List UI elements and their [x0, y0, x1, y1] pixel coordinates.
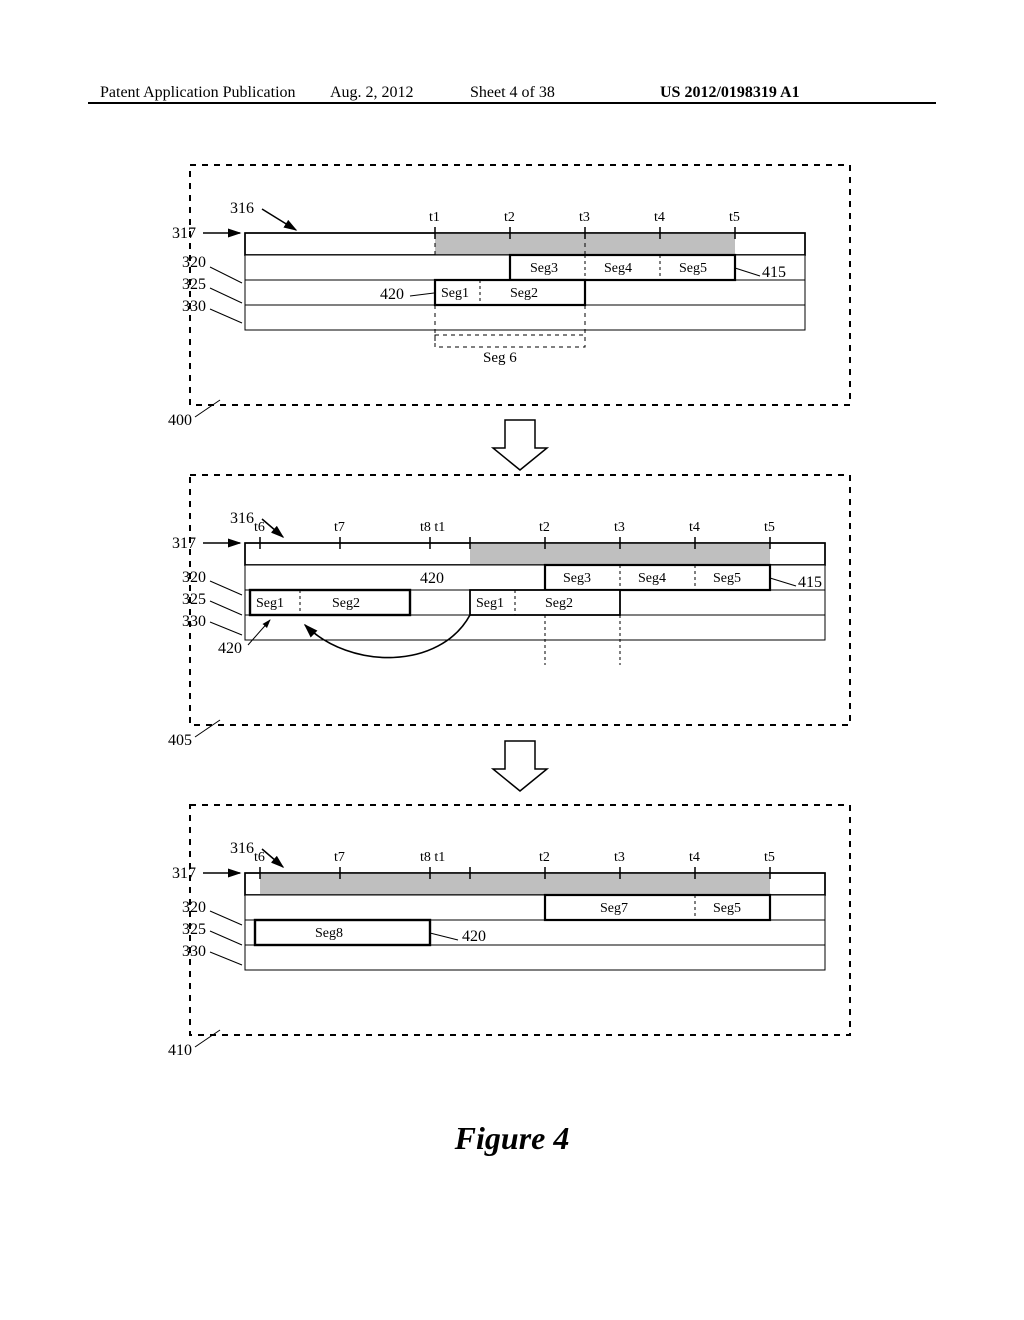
tick-t7-b: t7 — [334, 520, 345, 535]
callout-420-a: 420 — [380, 286, 404, 303]
seg-group-420: Seg1 Seg2 — [435, 280, 585, 305]
page: Patent Application Publication Aug. 2, 2… — [0, 0, 1024, 1320]
tick-t7-c: t7 — [334, 850, 345, 865]
pointer-325-c — [210, 931, 242, 945]
tick-t3-b: t3 — [614, 520, 625, 535]
panel-410: 316 317 320 325 330 — [168, 805, 850, 1059]
header-rule — [88, 102, 936, 104]
label-320: 320 — [182, 254, 206, 271]
pointer-320 — [210, 267, 242, 283]
label-316-c: 316 — [230, 840, 254, 857]
callout-415-b: 415 — [798, 574, 822, 591]
seg1-m: Seg1 — [256, 596, 284, 611]
callout-420-b: 420 — [420, 570, 444, 587]
tick-t4-c: t4 — [689, 850, 700, 865]
pointer-405 — [195, 720, 220, 737]
callout-420-c: 420 — [218, 640, 242, 657]
panel-400: 316 317 320 325 330 — [168, 165, 850, 429]
seg8: Seg8 — [315, 926, 343, 941]
seg1-b: Seg1 — [476, 596, 504, 611]
pointer-316 — [262, 209, 296, 230]
tick-t6-c: t6 — [254, 850, 265, 865]
seg2: Seg2 — [510, 286, 538, 301]
label-317-c: 317 — [172, 865, 196, 882]
ruler-405: t6 t7 t8 t1 t2 t3 t4 t5 — [245, 520, 825, 565]
label-317: 317 — [172, 225, 196, 242]
label-316: 316 — [230, 200, 254, 217]
seg7: Seg7 — [600, 901, 628, 916]
figure-caption: Figure 4 — [0, 1120, 1024, 1157]
pointer-330 — [210, 309, 242, 323]
seg6: Seg 6 — [483, 350, 517, 366]
tick-t2-c: t2 — [539, 850, 550, 865]
label-317-b: 317 — [172, 535, 196, 552]
header-pubno: US 2012/0198319 A1 — [660, 84, 800, 102]
tick-t5-c: t5 — [764, 850, 775, 865]
figure-area: 316 317 320 325 330 — [110, 155, 930, 1095]
tick-t5: t5 — [729, 210, 740, 225]
pointer-330-b — [210, 622, 242, 635]
label-330: 330 — [182, 298, 206, 315]
panel-405: 316 317 320 325 330 — [168, 475, 850, 749]
seg2-b: Seg2 — [545, 596, 573, 611]
pointer-316-c — [262, 849, 283, 867]
seg5: Seg5 — [679, 261, 707, 276]
tick-t4-b: t4 — [689, 520, 700, 535]
callout-420-d: 420 — [462, 928, 486, 945]
ref-410: 410 — [168, 1042, 192, 1059]
label-325: 325 — [182, 276, 206, 293]
header-left: Patent Application Publication — [100, 84, 296, 102]
flow-arrow-1 — [493, 420, 547, 470]
seg2-m: Seg2 — [332, 596, 360, 611]
pointer-320-b — [210, 581, 242, 595]
tick-t3-c: t3 — [614, 850, 625, 865]
tick-t1: t1 — [429, 210, 440, 225]
ruler-400: t1 t2 t3 t4 t5 — [245, 210, 805, 255]
label-320-c: 320 — [182, 899, 206, 916]
pointer-325 — [210, 288, 242, 303]
flow-arrow-2 — [493, 741, 547, 791]
seg-group-415-b: Seg3 Seg4 Seg5 — [545, 565, 770, 590]
seg-group-lower-c: Seg8 — [255, 920, 430, 945]
pointer-320-c — [210, 911, 242, 925]
tick-t3: t3 — [579, 210, 590, 225]
seg3: Seg3 — [530, 261, 558, 276]
tick-t2: t2 — [504, 210, 515, 225]
header-sheet: Sheet 4 of 38 — [470, 84, 555, 102]
seg-group-415: Seg3 Seg4 Seg5 — [510, 255, 735, 280]
ref-400: 400 — [168, 412, 192, 429]
seg-group-upper-c: Seg7 Seg5 — [545, 895, 770, 920]
seg4-b: Seg4 — [638, 571, 666, 586]
ref-405: 405 — [168, 732, 192, 749]
tick-t6-b: t6 — [254, 520, 265, 535]
label-325-c: 325 — [182, 921, 206, 938]
pointer-325-b — [210, 601, 242, 615]
label-320-b: 320 — [182, 569, 206, 586]
pointer-410 — [195, 1030, 220, 1047]
label-330-c: 330 — [182, 943, 206, 960]
header-date: Aug. 2, 2012 — [330, 84, 414, 102]
seg4: Seg4 — [604, 261, 632, 276]
ruler-410: t6 t7 t8 t1 t2 t3 t4 t5 — [245, 850, 825, 895]
callout-415-a: 415 — [762, 264, 786, 281]
seg5-b: Seg5 — [713, 571, 741, 586]
pointer-330-c — [210, 952, 242, 965]
seg-group-420-orig: Seg1 Seg2 — [470, 590, 620, 615]
tick-t2-b: t2 — [539, 520, 550, 535]
tick-t8t1-c: t8 t1 — [420, 850, 445, 865]
tick-t5-b: t5 — [764, 520, 775, 535]
seg-group-420-moved: Seg1 Seg2 — [250, 590, 410, 615]
label-325-b: 325 — [182, 591, 206, 608]
figure-svg: 316 317 320 325 330 — [110, 155, 930, 1095]
tick-t8t1-b: t8 t1 — [420, 520, 445, 535]
seg3-b: Seg3 — [563, 571, 591, 586]
seg1: Seg1 — [441, 286, 469, 301]
label-330-b: 330 — [182, 613, 206, 630]
pointer-316-b — [262, 519, 283, 537]
seg5-c: Seg5 — [713, 901, 741, 916]
label-316-b: 316 — [230, 510, 254, 527]
pointer-400 — [195, 400, 220, 417]
tick-t4: t4 — [654, 210, 665, 225]
